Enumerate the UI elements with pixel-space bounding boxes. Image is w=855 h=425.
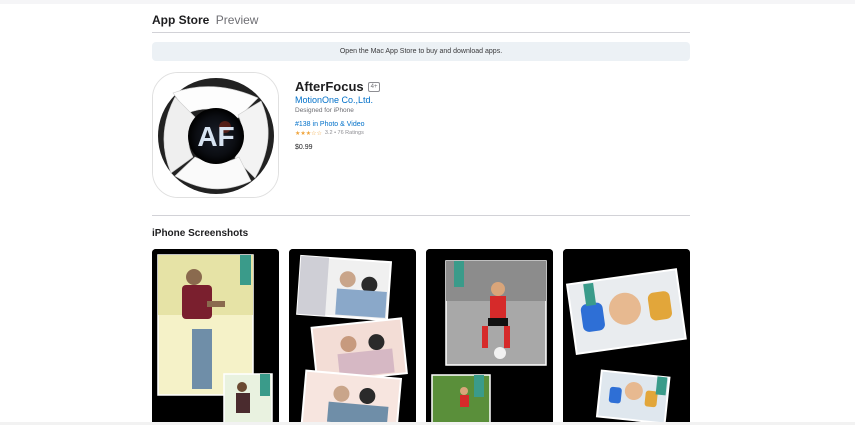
preview-label: Preview: [215, 13, 259, 27]
rating-row: ★★★☆☆ 3.2 • 76 Ratings: [295, 129, 675, 137]
aperture-icon: AF: [153, 73, 278, 197]
top-strip: [0, 0, 855, 4]
screenshot-2[interactable]: [289, 249, 416, 425]
app-icon: AF: [152, 72, 279, 198]
mac-app-store-banner[interactable]: Open the Mac App Store to buy and downlo…: [152, 42, 690, 61]
svg-text:AF: AF: [197, 121, 234, 152]
screenshot-1[interactable]: [152, 249, 279, 425]
age-rating-badge: 4+: [367, 81, 381, 92]
rating-text: 3.2 • 76 Ratings: [324, 130, 364, 136]
screenshot-3[interactable]: [426, 249, 553, 425]
screenshot-4[interactable]: [563, 249, 690, 425]
section-divider: [152, 215, 690, 216]
category-rank-link[interactable]: #138 in Photo & Video: [295, 121, 675, 128]
screenshots-section-title: iPhone Screenshots: [152, 228, 249, 239]
designed-for-label: Designed for iPhone: [295, 107, 354, 114]
app-title: AfterFocus: [295, 79, 364, 94]
app-info: AfterFocus 4+ MotionOne Co.,Ltd. Designe…: [295, 79, 675, 151]
page-header: App Store Preview: [152, 11, 690, 33]
developer-link[interactable]: MotionOne Co.,Ltd.: [295, 95, 675, 105]
app-store-brand[interactable]: App Store: [152, 13, 209, 27]
price-label: $0.99: [295, 144, 313, 151]
star-rating-icon: ★★★☆☆: [295, 130, 322, 137]
